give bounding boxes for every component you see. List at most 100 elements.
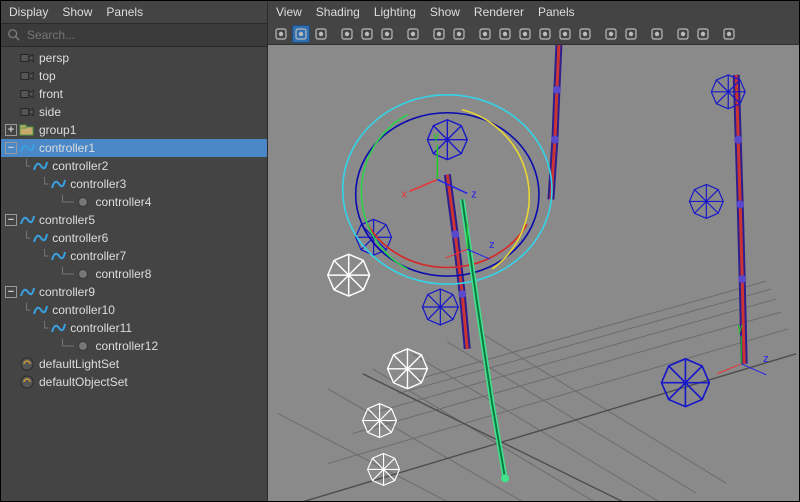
camera-icon xyxy=(19,105,35,119)
outliner-item-row[interactable]: − controller1 xyxy=(1,139,267,157)
paint-select-icon[interactable] xyxy=(378,25,396,43)
expand-toggle[interactable]: − xyxy=(5,286,17,298)
use-lights-icon[interactable] xyxy=(556,25,574,43)
viewport-menu-lighting[interactable]: Lighting xyxy=(374,5,416,19)
outliner-camera-row[interactable]: persp xyxy=(1,49,267,67)
expand-toggle[interactable]: − xyxy=(5,142,17,154)
outliner-item-row[interactable]: defaultLightSet xyxy=(1,355,267,373)
svg-text:y: y xyxy=(737,322,743,334)
outliner-camera-row[interactable]: top xyxy=(1,67,267,85)
search-input[interactable] xyxy=(27,28,261,42)
outliner-item-row[interactable]: └ controller10 xyxy=(1,301,267,319)
svg-text:y: y xyxy=(433,131,439,143)
curve-icon xyxy=(32,231,48,245)
outliner-item-label: persp xyxy=(39,49,69,67)
outliner-tree[interactable]: persp top front side + group1 − controll… xyxy=(1,47,267,501)
viewport-3d[interactable]: x y z z y z xyxy=(268,45,799,501)
camera-icon xyxy=(19,69,35,83)
outliner-camera-row[interactable]: front xyxy=(1,85,267,103)
smooth-shade-icon[interactable] xyxy=(496,25,514,43)
tree-branch-icon: └─ xyxy=(59,195,73,209)
outliner-item-row[interactable]: defaultObjectSet xyxy=(1,373,267,391)
svg-text:z: z xyxy=(489,239,494,251)
flat-shade-icon[interactable] xyxy=(516,25,534,43)
render-icon[interactable] xyxy=(720,25,738,43)
outliner-menu-panels[interactable]: Panels xyxy=(106,5,143,19)
film-gate-icon[interactable] xyxy=(272,25,290,43)
svg-text:x: x xyxy=(401,188,407,200)
outliner-item-row[interactable]: − controller5 xyxy=(1,211,267,229)
curve-icon xyxy=(19,285,35,299)
outliner-item-row[interactable]: └ controller2 xyxy=(1,157,267,175)
outliner-item-row[interactable]: └ controller3 xyxy=(1,175,267,193)
viewport-menu-show[interactable]: Show xyxy=(430,5,460,19)
wireframe-icon[interactable] xyxy=(476,25,494,43)
image-plane-icon[interactable] xyxy=(622,25,640,43)
outliner-item-row[interactable]: + group1 xyxy=(1,121,267,139)
tree-branch-icon: └─ xyxy=(59,339,73,353)
outliner-item-label: controller5 xyxy=(39,211,95,229)
outliner-item-label: controller4 xyxy=(95,193,151,211)
outliner-item-label: controller11 xyxy=(70,319,132,337)
select-icon[interactable] xyxy=(338,25,356,43)
outliner-item-row[interactable]: └─ controller8 xyxy=(1,265,267,283)
joint-icon xyxy=(75,267,91,281)
outliner-item-row[interactable]: └─ controller4 xyxy=(1,193,267,211)
textured-icon[interactable] xyxy=(536,25,554,43)
outliner-item-row[interactable]: − controller9 xyxy=(1,283,267,301)
viewport-menu-renderer[interactable]: Renderer xyxy=(474,5,524,19)
curve-icon xyxy=(32,159,48,173)
curve-icon xyxy=(50,177,66,191)
expand-toggle[interactable]: + xyxy=(5,124,17,136)
tree-branch-icon: └ xyxy=(23,159,30,173)
outliner-item-row[interactable]: └ controller7 xyxy=(1,247,267,265)
tree-branch-icon: └ xyxy=(41,177,48,191)
viewport-menu-shading[interactable]: Shading xyxy=(316,5,360,19)
xform-icon xyxy=(19,123,35,137)
joint-chains xyxy=(447,45,746,364)
xray-icon[interactable] xyxy=(430,25,448,43)
grid xyxy=(278,281,796,501)
expand-toggle[interactable]: − xyxy=(5,214,17,226)
xray-joints-icon[interactable] xyxy=(450,25,468,43)
outliner-menu-show[interactable]: Show xyxy=(62,5,92,19)
curve-icon xyxy=(19,213,35,227)
lasso-icon[interactable] xyxy=(358,25,376,43)
selected-controls xyxy=(328,254,428,485)
cam-lock-icon[interactable] xyxy=(674,25,692,43)
viewport-menu-panels[interactable]: Panels xyxy=(538,5,575,19)
joint-icon xyxy=(75,339,91,353)
tree-branch-icon: └─ xyxy=(59,267,73,281)
outliner-item-label: controller3 xyxy=(70,175,126,193)
outliner-item-label: controller12 xyxy=(95,337,158,355)
gate-mask-icon[interactable] xyxy=(312,25,330,43)
tree-branch-icon: └ xyxy=(23,303,30,317)
isolate-icon[interactable] xyxy=(404,25,422,43)
outliner-item-label: defaultLightSet xyxy=(39,355,119,373)
annotations-icon[interactable] xyxy=(648,25,666,43)
viewport-scene: x y z z y z xyxy=(268,45,799,501)
viewport-menubar: View Shading Lighting Show Renderer Pane… xyxy=(268,1,799,23)
outliner-item-label: controller7 xyxy=(70,247,126,265)
joint-icon xyxy=(75,195,91,209)
grid-icon[interactable] xyxy=(602,25,620,43)
search-icon xyxy=(7,28,21,42)
outliner-item-label: defaultObjectSet xyxy=(39,373,128,391)
outliner-item-row[interactable]: └ controller11 xyxy=(1,319,267,337)
resolution-gate-icon[interactable] xyxy=(292,25,310,43)
outliner-item-label: controller6 xyxy=(52,229,108,247)
viewport-menu-view[interactable]: View xyxy=(276,5,302,19)
curve-icon xyxy=(32,303,48,317)
shadows-icon[interactable] xyxy=(576,25,594,43)
svg-text:z: z xyxy=(471,188,476,200)
outliner-item-row[interactable]: └─ controller12 xyxy=(1,337,267,355)
camera-icon xyxy=(19,51,35,65)
outliner-searchbar xyxy=(1,23,267,47)
outliner-item-row[interactable]: └ controller6 xyxy=(1,229,267,247)
cam-settings-icon[interactable] xyxy=(694,25,712,43)
outliner-camera-row[interactable]: side xyxy=(1,103,267,121)
curve-icon xyxy=(50,321,66,335)
outliner-item-label: front xyxy=(39,85,63,103)
outliner-menu-display[interactable]: Display xyxy=(9,5,48,19)
outliner-menubar: Display Show Panels xyxy=(1,1,267,23)
